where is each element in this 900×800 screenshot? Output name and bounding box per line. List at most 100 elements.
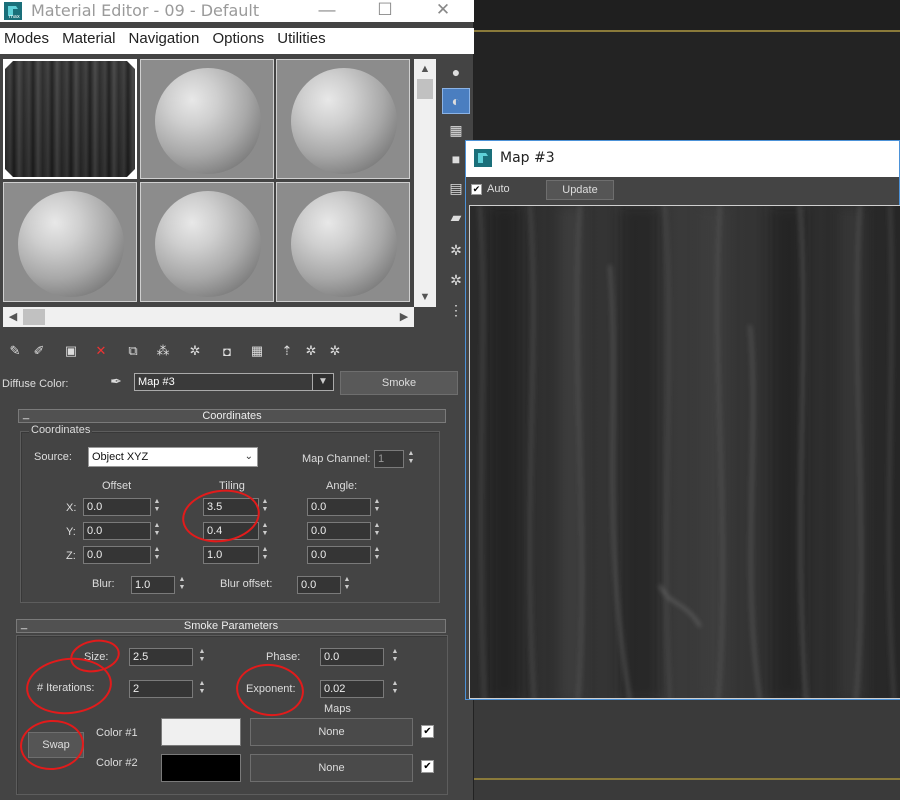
chevron-down-icon[interactable]: ▼ (414, 287, 436, 307)
scroll-thumb[interactable] (417, 79, 433, 99)
diffuse-color-label: Diffuse Color: (2, 378, 69, 390)
angle-z-input[interactable]: 0.0 (307, 546, 371, 564)
axis-x-label: X: (66, 502, 77, 514)
angle-y-input[interactable]: 0.0 (307, 522, 371, 540)
sample-type-icon[interactable]: ● (442, 59, 470, 85)
axis-z-label: Z: (66, 550, 76, 562)
tiling-z-input[interactable]: 1.0 (203, 546, 259, 564)
source-select[interactable]: Object XYZ ⌄ (88, 447, 258, 467)
sample-slot[interactable] (276, 182, 410, 302)
map-channel-input[interactable]: 1 (374, 450, 404, 468)
phase-label: Phase: (266, 651, 301, 663)
chevron-down-icon[interactable]: ▼ (312, 373, 334, 391)
color-2-map-button[interactable]: None (250, 754, 413, 782)
app-icon (474, 149, 492, 167)
color-1-map-checkbox[interactable]: ✔ (421, 725, 434, 738)
size-spinner[interactable]: ▲ ▼ (197, 648, 207, 666)
map-type-button[interactable]: Smoke (340, 371, 458, 395)
size-input[interactable]: 2.5 (129, 648, 193, 666)
chevron-up-icon[interactable]: ▲ (414, 59, 436, 79)
slot-corner-marker (5, 61, 13, 69)
title-bar: max Material Editor - 09 - Default — ☐ ✕ (0, 0, 474, 22)
show-shaded-material-icon[interactable]: ◘ (216, 340, 238, 362)
update-button[interactable]: Update (546, 180, 614, 200)
iterations-input[interactable]: 2 (129, 680, 193, 698)
color-2-map-checkbox[interactable]: ✔ (421, 760, 434, 773)
slot-corner-marker (127, 169, 135, 177)
axis-y-label: Y: (66, 526, 76, 538)
chevron-right-icon[interactable]: ▶ (394, 307, 414, 327)
tiling-y-spinner[interactable]: ▲ ▼ (260, 522, 270, 540)
sample-slot[interactable] (140, 182, 274, 302)
angle-x-spinner[interactable]: ▲ ▼ (372, 498, 382, 516)
coordinates-rollout-header[interactable]: _ Coordinates (18, 408, 446, 423)
exponent-spinner[interactable]: ▲ ▼ (390, 680, 400, 698)
offset-x-spinner[interactable]: ▲ ▼ (152, 498, 162, 516)
offset-y-spinner[interactable]: ▲ ▼ (152, 522, 162, 540)
reset-map-icon[interactable]: ✕ (90, 340, 112, 362)
scroll-thumb[interactable] (23, 309, 45, 325)
go-to-parent-icon[interactable]: ⇡ (276, 340, 298, 362)
vertical-scrollbar[interactable]: ▲ ▼ (414, 59, 436, 307)
color-1-map-button[interactable]: None (250, 718, 413, 746)
phase-spinner[interactable]: ▲ ▼ (390, 648, 400, 666)
go-forward-sibling-icon[interactable]: ✲ (300, 340, 322, 362)
exponent-input[interactable]: 0.02 (320, 680, 384, 698)
blur-offset-input[interactable]: 0.0 (297, 576, 341, 594)
material-id-channel-icon[interactable]: ✲ (184, 340, 206, 362)
auto-checkbox[interactable]: ✔ (471, 184, 482, 195)
put-to-scene-icon[interactable]: ✐ (28, 340, 50, 362)
make-unique-icon[interactable]: ⧉ (122, 340, 144, 362)
close-button[interactable]: ✕ (420, 0, 466, 22)
eyedropper-icon[interactable]: ✒ (106, 373, 126, 393)
pick-material-icon[interactable]: ✲ (324, 340, 346, 362)
map-name-input[interactable]: Map #3 (134, 373, 334, 391)
sample-slot[interactable] (140, 59, 274, 179)
offset-y-input[interactable]: 0.0 (83, 522, 151, 540)
viewport-panel (474, 32, 900, 140)
backlight-icon[interactable]: ◐ (442, 88, 470, 114)
sample-slot[interactable] (276, 59, 410, 179)
blur-offset-spinner[interactable]: ▲ ▼ (342, 576, 352, 594)
smoke-parameters-rollout-header[interactable]: _ Smoke Parameters (16, 618, 446, 633)
show-end-result-icon[interactable]: ▦ (246, 340, 268, 362)
assign-material-icon[interactable]: ▣ (60, 340, 82, 362)
offset-z-input[interactable]: 0.0 (83, 546, 151, 564)
blur-offset-label: Blur offset: (220, 578, 273, 590)
offset-x-input[interactable]: 0.0 (83, 498, 151, 516)
tiling-z-spinner[interactable]: ▲ ▼ (260, 546, 270, 564)
map-preview-window: Map #3 ✔ Auto Update (465, 140, 900, 700)
horizontal-scrollbar[interactable]: ◀ ▶ (3, 307, 414, 327)
angle-z-spinner[interactable]: ▲ ▼ (372, 546, 382, 564)
sample-slot-active[interactable] (3, 59, 137, 179)
chevron-left-icon[interactable]: ◀ (3, 307, 23, 327)
blur-spinner[interactable]: ▲ ▼ (177, 576, 187, 594)
menu-options[interactable]: Options (212, 28, 264, 47)
menu-utilities[interactable]: Utilities (277, 28, 325, 47)
viewport-panel-lower (474, 700, 900, 800)
put-to-library-icon[interactable]: ⁂ (152, 340, 174, 362)
menu-navigation[interactable]: Navigation (129, 28, 200, 47)
map-channel-spinner[interactable]: ▲ ▼ (406, 450, 416, 468)
angle-x-input[interactable]: 0.0 (307, 498, 371, 516)
menu-material[interactable]: Material (62, 28, 115, 47)
blur-input[interactable]: 1.0 (131, 576, 175, 594)
sample-slot[interactable] (3, 182, 137, 302)
smoke-map-preview (469, 205, 900, 699)
iterations-spinner[interactable]: ▲ ▼ (197, 680, 207, 698)
phase-input[interactable]: 0.0 (320, 648, 384, 666)
color-1-swatch[interactable] (161, 718, 241, 746)
offset-z-spinner[interactable]: ▲ ▼ (152, 546, 162, 564)
rollout-title: Smoke Parameters (183, 620, 279, 632)
color-2-swatch[interactable] (161, 754, 241, 782)
slot-corner-marker (127, 61, 135, 69)
tiling-x-spinner[interactable]: ▲ ▼ (260, 498, 270, 516)
color-1-label: Color #1 (96, 727, 138, 739)
minimize-button[interactable]: — (304, 0, 350, 22)
slot-corner-marker (5, 169, 13, 177)
maximize-button[interactable]: ☐ (362, 0, 408, 22)
get-material-icon[interactable]: ✎ (4, 340, 26, 362)
menu-modes[interactable]: Modes (4, 28, 49, 47)
angle-y-spinner[interactable]: ▲ ▼ (372, 522, 382, 540)
auto-label: Auto (487, 183, 510, 195)
